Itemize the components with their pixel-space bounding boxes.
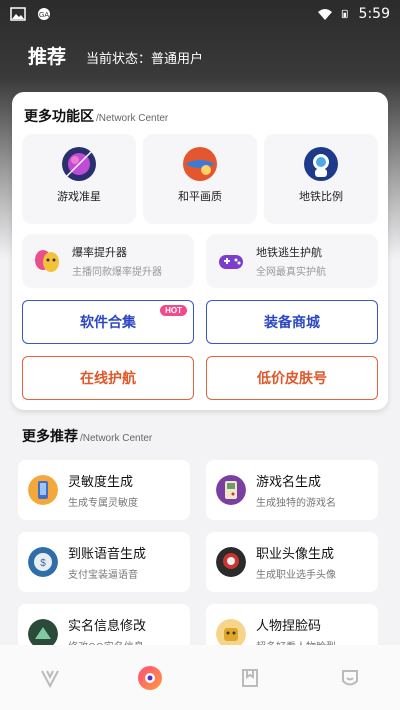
rec-desc: 支付宝装逼语音 bbox=[68, 570, 138, 581]
nav-bookmark-icon[interactable] bbox=[235, 663, 265, 693]
rec-desc: 生成职业选手头像 bbox=[256, 570, 336, 581]
gameboy-icon bbox=[216, 475, 246, 505]
section-subtitle: /Network Center bbox=[96, 113, 169, 124]
rec-title: 灵敏度生成 bbox=[68, 475, 134, 490]
gamepad-icon bbox=[216, 246, 246, 276]
phone-icon bbox=[28, 475, 58, 505]
wide-tile-title: 地铁逃生护航 bbox=[256, 246, 322, 259]
rec-title: 到账语音生成 bbox=[68, 547, 147, 562]
rec-sensitivity-generator[interactable]: 灵敏度生成 生成专属灵敏度 bbox=[18, 460, 190, 520]
svg-text:$: $ bbox=[40, 558, 46, 569]
rec-game-name-generator[interactable]: 游戏名生成 生成独特的游戏名 bbox=[206, 460, 378, 520]
rec-desc: 生成独特的游戏名 bbox=[256, 498, 336, 509]
rec-desc: 生成专属灵敏度 bbox=[68, 498, 138, 509]
nav-profile-icon[interactable] bbox=[335, 663, 365, 693]
svg-text:GA: GA bbox=[39, 12, 49, 19]
clock: 5:59 bbox=[358, 6, 390, 22]
gallery-icon bbox=[10, 7, 26, 21]
cheap-skin-account-button[interactable]: 低价皮肤号 bbox=[206, 356, 378, 400]
section-title: 更多功能区 bbox=[24, 109, 94, 125]
tile-label: 游戏准星 bbox=[57, 190, 101, 203]
more-recommend-heading: 更多推荐 /Network Center bbox=[22, 426, 152, 446]
tile-label: 和平画质 bbox=[178, 190, 222, 203]
planet-astronaut-icon bbox=[304, 147, 338, 181]
header: 推荐 当前状态：普通用户 bbox=[28, 42, 203, 69]
equipment-store-button[interactable]: 装备商城 bbox=[206, 300, 378, 344]
page-title: 推荐 bbox=[28, 46, 67, 68]
button-label: 在线护航 bbox=[80, 371, 136, 387]
online-escort-button[interactable]: 在线护航 bbox=[22, 356, 194, 400]
user-status: 当前状态：普通用户 bbox=[86, 52, 204, 67]
button-label: 装备商城 bbox=[264, 315, 320, 331]
status-bar: GA 5:59 bbox=[0, 0, 400, 28]
rec-title: 游戏名生成 bbox=[256, 475, 322, 490]
metro-escort[interactable]: 地铁逃生护航 全网最真实护航 bbox=[206, 234, 378, 288]
drop-rate-booster[interactable]: 爆率提升器 主播同款爆率提升器 bbox=[22, 234, 194, 288]
rec-payment-voice-generator[interactable]: $ 到账语音生成 支付宝装逼语音 bbox=[18, 532, 190, 592]
section-subtitle: /Network Center bbox=[80, 433, 153, 444]
hot-badge: HOT bbox=[160, 305, 187, 316]
rec-title: 职业头像生成 bbox=[256, 547, 335, 562]
planet-orange-icon bbox=[183, 147, 217, 181]
app-notification-icon: GA bbox=[38, 8, 50, 20]
rec-pro-avatar-generator[interactable]: 职业头像生成 生成职业选手头像 bbox=[206, 532, 378, 592]
tile-peace-quality[interactable]: 和平画质 bbox=[143, 134, 257, 224]
more-features-heading: 更多功能区 /Network Center bbox=[24, 106, 168, 126]
tile-metro-ratio[interactable]: 地铁比例 bbox=[264, 134, 378, 224]
wifi-icon bbox=[317, 9, 332, 20]
button-label: 软件合集 bbox=[80, 315, 136, 331]
avatar-icon bbox=[216, 547, 246, 577]
bottom-nav bbox=[0, 645, 400, 710]
tile-label: 地铁比例 bbox=[299, 190, 343, 203]
software-collection-button[interactable]: 软件合集 HOT bbox=[22, 300, 194, 344]
wide-tile-desc: 主播同款爆率提升器 bbox=[72, 267, 162, 278]
planet-purple-icon bbox=[62, 147, 96, 181]
button-label: 低价皮肤号 bbox=[257, 371, 327, 387]
tile-game-crosshair[interactable]: 游戏准星 bbox=[22, 134, 136, 224]
wide-tile-desc: 全网最真实护航 bbox=[256, 267, 326, 278]
masks-icon bbox=[32, 246, 62, 276]
wide-tile-title: 爆率提升器 bbox=[72, 246, 127, 259]
nav-recommend-icon[interactable] bbox=[135, 663, 165, 693]
wallet-icon: $ bbox=[28, 547, 58, 577]
section-title: 更多推荐 bbox=[22, 429, 78, 445]
rec-title: 实名信息修改 bbox=[68, 619, 147, 634]
more-features-card: 更多功能区 /Network Center 游戏准星 和平画质 地铁比例 爆率提… bbox=[12, 92, 388, 410]
nav-home-icon[interactable] bbox=[35, 663, 65, 693]
rec-title: 人物捏脸码 bbox=[256, 619, 322, 634]
battery-icon bbox=[341, 9, 348, 19]
